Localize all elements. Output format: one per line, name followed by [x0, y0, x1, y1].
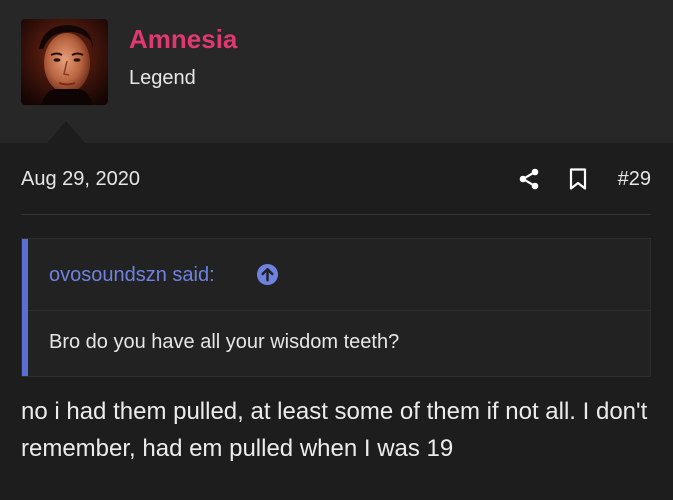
post-container: Amnesia Legend Aug 29, 2020 #29 ovosound… — [0, 0, 673, 500]
post-user-header: Amnesia Legend — [0, 0, 673, 143]
post-body-text: no i had them pulled, at least some of t… — [21, 398, 648, 462]
post-meta-bar: Aug 29, 2020 #29 — [21, 164, 651, 194]
message-pointer-arrow — [47, 121, 85, 143]
quote-block: ovosoundszn said: Bro do you have all yo… — [21, 238, 651, 377]
post-date[interactable]: Aug 29, 2020 — [21, 166, 140, 192]
user-title: Legend — [129, 67, 196, 89]
avatar[interactable] — [21, 19, 108, 105]
share-icon[interactable] — [517, 167, 541, 191]
arrow-up-circle-icon[interactable] — [256, 263, 279, 286]
quote-author-link[interactable]: ovosoundszn said: — [49, 263, 215, 287]
quote-header: ovosoundszn said: — [28, 239, 650, 311]
bookmark-icon[interactable] — [566, 167, 590, 191]
quote-text: Bro do you have all your wisdom teeth? — [49, 331, 400, 353]
username[interactable]: Amnesia — [129, 24, 237, 54]
divider — [21, 214, 651, 215]
post-number-link[interactable]: #29 — [618, 166, 651, 192]
